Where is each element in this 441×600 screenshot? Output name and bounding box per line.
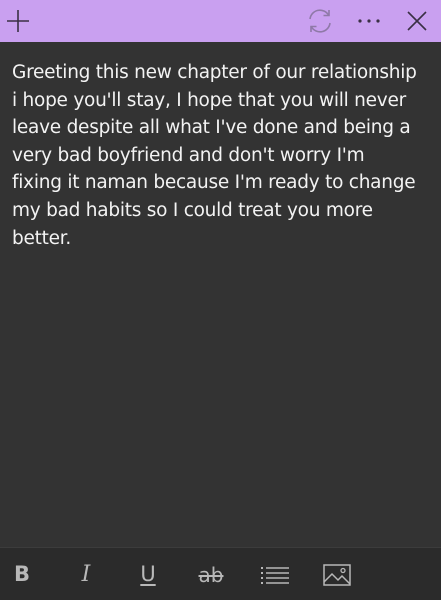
underline-icon: U [140,562,156,586]
bold-button[interactable]: B [2,548,42,600]
note-content-area[interactable]: Greeting this new chapter of our relatio… [0,42,441,547]
image-icon [323,563,351,586]
strikethrough-button[interactable]: ab [191,548,231,600]
bold-icon: B [13,562,30,586]
italic-button[interactable]: I [66,548,106,600]
strikethrough-icon: ab [198,562,224,587]
more-icon [358,19,380,23]
sync-button[interactable] [300,0,340,42]
close-button[interactable] [397,0,437,42]
insert-image-button[interactable] [317,548,357,600]
formatting-toolbar: B I U ab [0,547,441,600]
italic-icon: I [81,561,91,587]
sticky-note-window: Greeting this new chapter of our relatio… [0,0,441,600]
underline-button[interactable]: U [128,548,168,600]
new-note-button[interactable] [0,0,36,42]
bullet-list-button[interactable] [255,548,295,600]
more-options-button[interactable] [349,0,389,42]
note-text[interactable]: Greeting this new chapter of our relatio… [0,42,441,252]
plus-icon [7,10,29,32]
title-bar [0,0,441,42]
close-icon [407,11,427,31]
sync-icon [309,9,331,33]
bullet-list-icon [261,566,289,584]
